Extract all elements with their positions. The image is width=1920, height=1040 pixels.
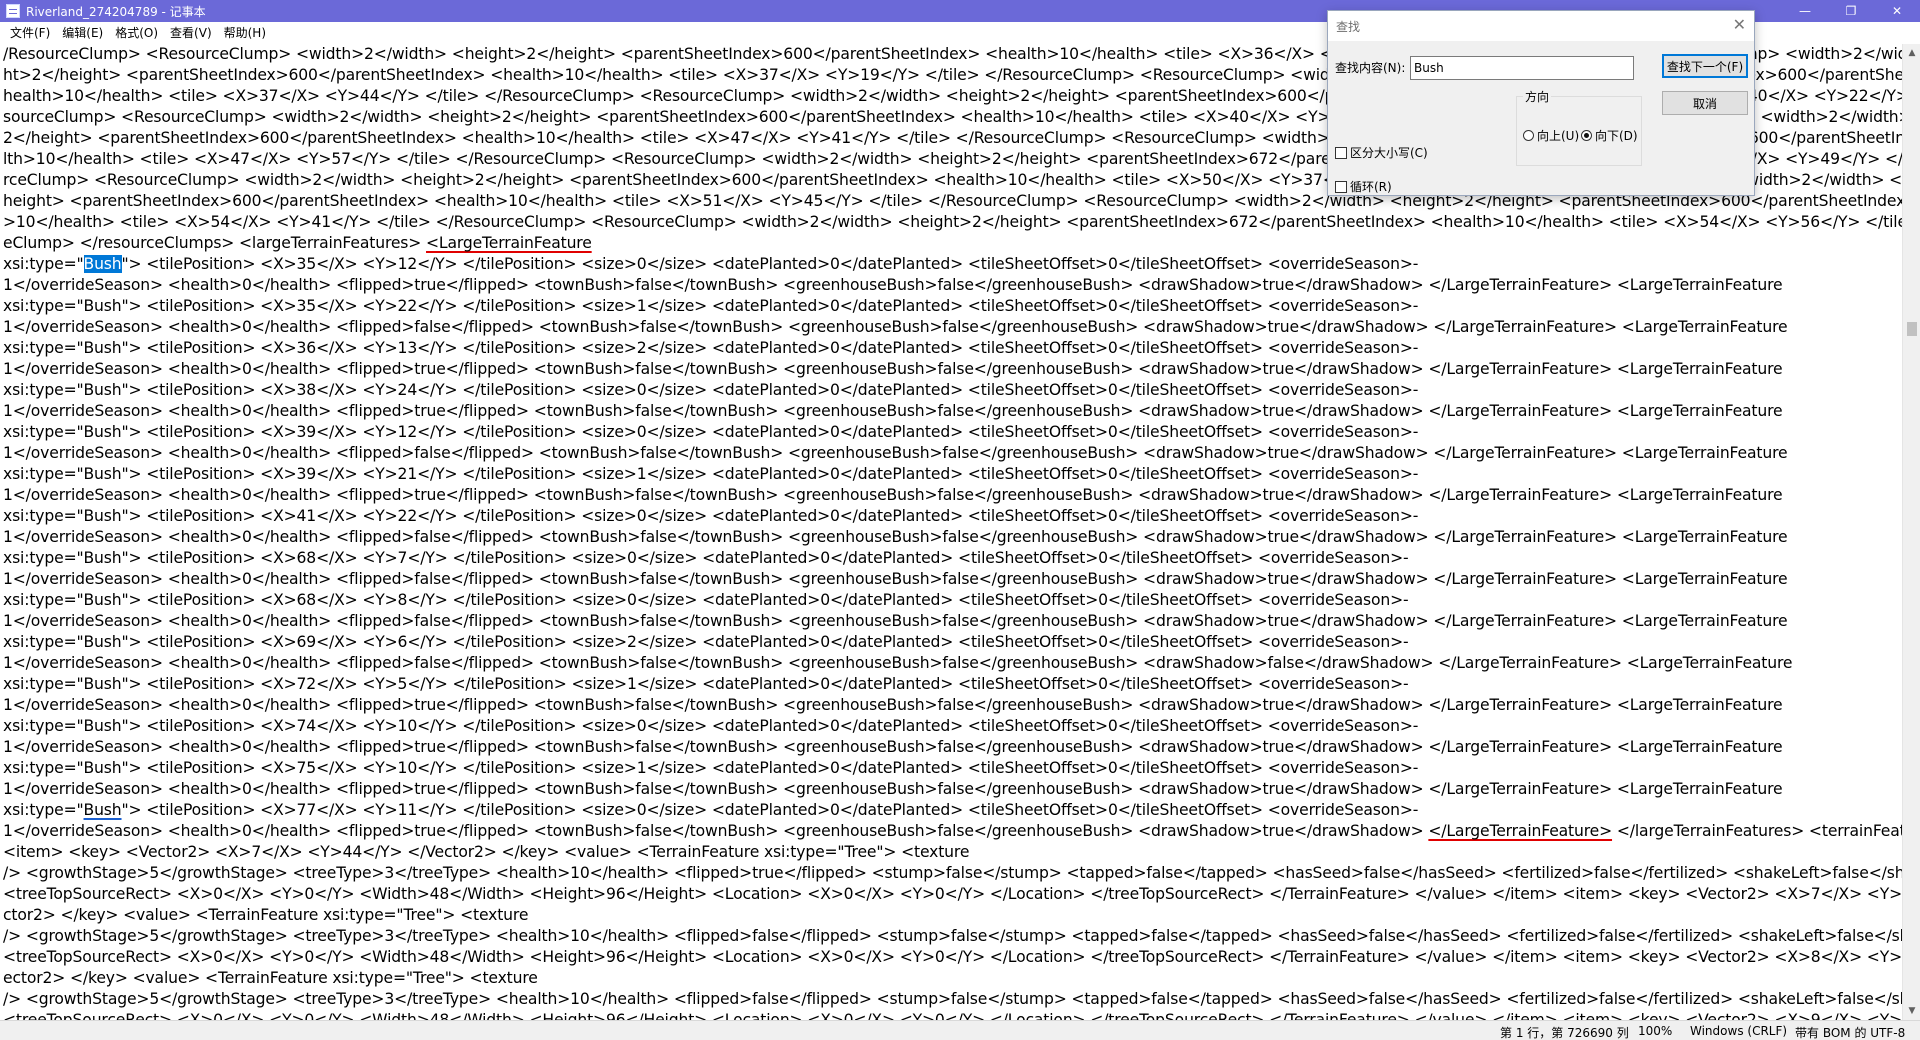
find-next-button[interactable]: 查找下一个(F) — [1662, 54, 1748, 78]
checkbox-icon — [1335, 180, 1347, 193]
find-dialog: 查找 ✕ 查找内容(N): 查找下一个(F) 取消 方向 向上(U) 向下(D)… — [1327, 10, 1755, 196]
window-controls: — ❐ ✕ — [1782, 0, 1920, 22]
text-line: xsi:type="Bush"> <tilePosition> <X>74</X… — [3, 717, 1419, 735]
text-line: xsi:type="Bush"> <tilePosition> <X>75</X… — [3, 759, 1419, 777]
match-case-checkbox[interactable]: 区分大小写(C) — [1335, 144, 1428, 161]
text-line: xsi:type="Bush"> <tilePosition> <X>72</X… — [3, 675, 1409, 693]
line-ending: Windows (CRLF) — [1690, 1024, 1788, 1038]
text-line: xsi:type="Bush"> <tilePosition> <X>35</X… — [3, 297, 1419, 315]
text-line: 1</overrideSeason> <health>0</health> <f… — [3, 822, 1902, 840]
maximize-button[interactable]: ❐ — [1828, 0, 1874, 22]
text-line: 1</overrideSeason> <health>0</health> <f… — [3, 318, 1788, 336]
text-line: eClump> </resourceClumps> <largeTerrainF… — [3, 234, 592, 252]
text-line: xsi:type="Bush"> <tilePosition> <X>38</X… — [3, 381, 1419, 399]
find-dialog-title: 查找 — [1336, 20, 1361, 34]
text-line: xsi:type="Bush"> <tilePosition> <X>41</X… — [3, 507, 1419, 525]
close-button[interactable]: ✕ — [1874, 0, 1920, 22]
text-line: /> <growthStage>5</growthStage> <treeTyp… — [3, 990, 1902, 1008]
text-line: 1</overrideSeason> <health>0</health> <f… — [3, 612, 1788, 630]
menu-view[interactable]: 查看(V) — [164, 24, 218, 41]
zoom-level: 100% — [1638, 1024, 1673, 1038]
window-title: Riverland_274204789 - 记事本 — [26, 4, 206, 19]
text-line: >10</health> <tile> <X>54</X> <Y>41</Y> … — [3, 213, 1902, 231]
find-dialog-titlebar[interactable]: 查找 ✕ — [1328, 11, 1754, 41]
cursor-position: 第 1 行，第 726690 列 — [1500, 1026, 1629, 1040]
close-icon[interactable]: ✕ — [1733, 15, 1746, 34]
vertical-scrollbar[interactable]: ▲ ▼ — [1902, 44, 1920, 1020]
text-line: 1</overrideSeason> <health>0</health> <f… — [3, 780, 1783, 798]
text-line: 1</overrideSeason> <health>0</health> <f… — [3, 276, 1783, 294]
scrollbar-thumb[interactable] — [1907, 322, 1917, 336]
direction-label: 方向 — [1523, 88, 1552, 105]
text-line: <item> <key> <Vector2> <X>7</X> <Y>44</Y… — [3, 843, 970, 861]
search-match-highlight: Bush — [83, 255, 122, 273]
direction-down-label: 向下(D) — [1595, 129, 1638, 143]
minimize-button[interactable]: — — [1782, 0, 1828, 22]
checkbox-icon — [1335, 146, 1347, 159]
text-line: xsi:type="Bush"> <tilePosition> <X>69</X… — [3, 633, 1409, 651]
match-case-label: 区分大小写(C) — [1350, 146, 1428, 160]
text-line: <treeTopSourceRect> <X>0</X> <Y>0</Y> <W… — [3, 885, 1902, 903]
text-line: ctor2> </key> <value> <TerrainFeature xs… — [3, 906, 529, 924]
text-line: 1</overrideSeason> <health>0</health> <f… — [3, 528, 1788, 546]
radio-up-icon — [1523, 130, 1534, 141]
notepad-icon — [6, 4, 20, 18]
text-line: xsi:type="Bush"> <tilePosition> <X>68</X… — [3, 591, 1409, 609]
direction-up-label: 向上(U) — [1537, 129, 1580, 143]
text-line: 1</overrideSeason> <health>0</health> <f… — [3, 444, 1788, 462]
menu-format[interactable]: 格式(O) — [109, 24, 164, 41]
text-line: 1</overrideSeason> <health>0</health> <f… — [3, 570, 1788, 588]
text-line: <treeTopSourceRect> <X>0</X> <Y>0</Y> <W… — [3, 1011, 1902, 1020]
text-line: 1</overrideSeason> <health>0</health> <f… — [3, 402, 1783, 420]
text-line: xsi:type="Bush"> <tilePosition> <X>77</X… — [3, 801, 1419, 819]
scroll-up-arrow-icon[interactable]: ▲ — [1903, 44, 1920, 62]
menu-edit[interactable]: 编辑(E) — [56, 24, 109, 41]
text-line: xsi:type="Bush"> <tilePosition> <X>36</X… — [3, 339, 1419, 357]
find-what-label: 查找内容(N): — [1335, 61, 1406, 75]
text-line: 1</overrideSeason> <health>0</health> <f… — [3, 696, 1783, 714]
text-line: 1</overrideSeason> <health>0</health> <f… — [3, 360, 1783, 378]
blue-underline-annotation: Bush — [83, 801, 122, 819]
encoding: 带有 BOM 的 UTF-8 — [1795, 1026, 1906, 1040]
cancel-button[interactable]: 取消 — [1662, 91, 1748, 115]
direction-group: 方向 向上(U) 向下(D) — [1516, 88, 1642, 166]
red-underline-annotation: </LargeTerrainFeature> — [1428, 822, 1613, 840]
menu-help[interactable]: 帮助(H) — [218, 24, 272, 41]
text-line: ector2> </key> <value> <TerrainFeature x… — [3, 969, 538, 987]
menu-file[interactable]: 文件(F) — [4, 24, 56, 41]
text-line: xsi:type="Bush"> <tilePosition> <X>39</X… — [3, 423, 1419, 441]
red-underline-annotation: <LargeTerrainFeature — [426, 234, 592, 252]
text-line: xsi:type="Bush"> <tilePosition> <X>35</X… — [3, 255, 1419, 273]
text-line: xsi:type="Bush"> <tilePosition> <X>39</X… — [3, 465, 1419, 483]
direction-down-radio[interactable]: 向下(D) — [1581, 127, 1638, 144]
text-line: xsi:type="Bush"> <tilePosition> <X>68</X… — [3, 549, 1409, 567]
radio-down-icon — [1581, 130, 1592, 141]
text-line: <treeTopSourceRect> <X>0</X> <Y>0</Y> <W… — [3, 948, 1902, 966]
wrap-around-checkbox[interactable]: 循环(R) — [1335, 178, 1392, 195]
text-line: 1</overrideSeason> <health>0</health> <f… — [3, 654, 1793, 672]
text-line: /> <growthStage>5</growthStage> <treeTyp… — [3, 927, 1902, 945]
status-bar: 第 1 行，第 726690 列 100% Windows (CRLF) 带有 … — [0, 1020, 1920, 1040]
direction-up-radio[interactable]: 向上(U) — [1523, 127, 1579, 144]
wrap-around-label: 循环(R) — [1350, 180, 1392, 194]
text-line: 1</overrideSeason> <health>0</health> <f… — [3, 486, 1783, 504]
scroll-down-arrow-icon[interactable]: ▼ — [1903, 1002, 1920, 1020]
text-line: 1</overrideSeason> <health>0</health> <f… — [3, 738, 1783, 756]
find-what-input[interactable] — [1410, 56, 1634, 80]
text-line: /> <growthStage>5</growthStage> <treeTyp… — [3, 864, 1902, 882]
